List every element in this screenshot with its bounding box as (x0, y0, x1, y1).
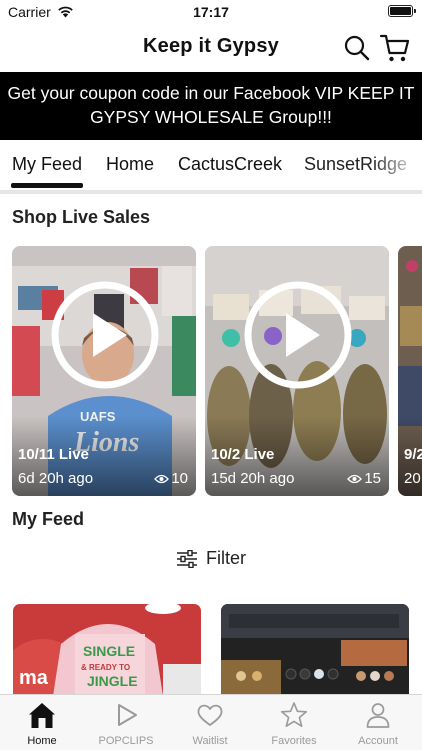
svg-text:SINGLE: SINGLE (83, 643, 135, 659)
search-icon[interactable] (343, 34, 371, 62)
feed-item[interactable] (221, 604, 409, 696)
feed-item-image (221, 604, 409, 696)
cart-icon[interactable] (379, 32, 411, 64)
nav-favorites-label: Favorites (271, 735, 317, 747)
battery-icon (388, 5, 416, 17)
tab-my-feed[interactable]: My Feed (12, 154, 82, 175)
home-icon (29, 703, 55, 728)
app-header: Keep it Gypsy (0, 26, 422, 72)
play-icon (118, 704, 137, 726)
promo-banner-text: Get your coupon code in our Facebook VIP… (7, 83, 415, 127)
clock: 17:17 (193, 4, 229, 20)
svg-text:JINGLE: JINGLE (87, 673, 138, 689)
bottom-nav: Home POPCLIPS Waitlist Favorites Account (0, 694, 422, 750)
live-date: 9/2 (404, 446, 422, 463)
live-sale-card[interactable]: UAFS Lions 10/11 Live 6d 20h ago 10 (12, 246, 196, 496)
nav-home-label: Home (27, 735, 57, 747)
view-count: 15 (347, 470, 381, 487)
feed-tabs: My Feed Home CactusCreek SunsetRidge (0, 140, 422, 192)
eye-icon (154, 474, 170, 484)
nav-home[interactable]: Home (0, 695, 84, 750)
live-sale-card[interactable]: 10/2 Live 15d 20h ago 15 (205, 246, 389, 496)
tab-cactuscreek[interactable]: CactusCreek (178, 154, 282, 175)
svg-text:& READY TO: & READY TO (81, 663, 130, 672)
feed-title: My Feed (12, 509, 85, 529)
filter-icon (177, 549, 197, 568)
nav-account[interactable]: Account (336, 695, 420, 750)
star-icon (280, 702, 308, 727)
active-tab-indicator (11, 183, 83, 188)
live-date: 10/2 Live (211, 446, 275, 463)
filter-label: Filter (206, 548, 246, 568)
live-sales-title: Shop Live Sales (12, 207, 151, 227)
view-count: 10 (154, 470, 188, 487)
tab-home[interactable]: Home (106, 154, 154, 175)
filter-button[interactable]: Filter (0, 548, 422, 576)
play-icon[interactable] (50, 280, 160, 390)
svg-text:ma: ma (19, 667, 49, 689)
view-count-value: 15 (364, 470, 381, 487)
live-sale-card[interactable]: 9/2 20 (398, 246, 422, 496)
nav-waitlist-label: Waitlist (192, 735, 228, 747)
live-date: 10/11 Live (18, 446, 89, 463)
feed-item-image: ma SINGLE & READY TO JINGLE (13, 604, 201, 696)
play-icon[interactable] (243, 280, 353, 390)
account-icon (366, 703, 390, 728)
status-bar: Carrier 17:17 (0, 0, 422, 26)
view-count-value: 10 (171, 470, 188, 487)
feed-item[interactable]: ma SINGLE & READY TO JINGLE (13, 604, 201, 696)
nav-favorites[interactable]: Favorites (252, 695, 336, 750)
live-ago: 15d 20h ago (211, 470, 295, 487)
nav-account-label: Account (358, 735, 398, 747)
live-ago: 6d 20h ago (18, 470, 94, 487)
nav-popclips-label: POPCLIPS (98, 735, 154, 747)
nav-waitlist[interactable]: Waitlist (168, 695, 252, 750)
tabs-divider (0, 190, 422, 194)
nav-popclips[interactable]: POPCLIPS (84, 695, 168, 750)
promo-banner[interactable]: Get your coupon code in our Facebook VIP… (0, 72, 422, 140)
eye-icon (347, 474, 363, 484)
live-ago: 20 (404, 470, 421, 487)
heart-icon (197, 704, 223, 726)
tabs-fade (372, 140, 422, 188)
